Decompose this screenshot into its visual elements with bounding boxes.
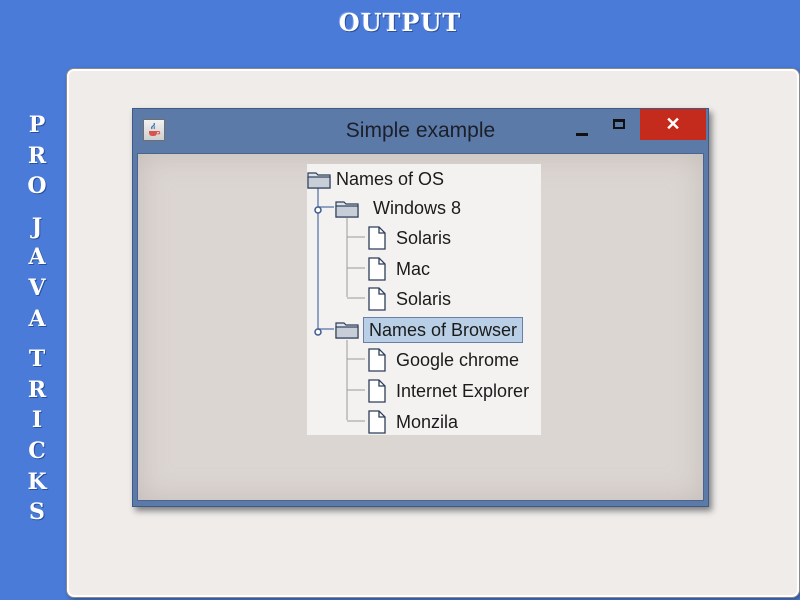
- minimize-button[interactable]: [571, 120, 595, 140]
- tree-view[interactable]: Names of OS Windows 8 Solaris Mac Solari…: [307, 164, 541, 435]
- side-letter: K: [27, 468, 47, 495]
- tree-node-label: Solaris: [396, 289, 452, 309]
- tree-node-label: Solaris: [396, 228, 452, 248]
- side-letter: R: [27, 376, 47, 403]
- node-handle-icon: [314, 328, 322, 336]
- file-icon: [368, 226, 386, 250]
- app-window: Simple example ✕ Names of OS Windows 8 S…: [132, 108, 709, 507]
- file-icon: [368, 257, 386, 281]
- close-button[interactable]: ✕: [640, 109, 706, 140]
- folder-icon: [335, 322, 359, 339]
- node-handle-icon: [314, 206, 322, 214]
- file-icon: [368, 348, 386, 372]
- side-letter: R: [27, 142, 47, 169]
- title-bar[interactable]: Simple example ✕: [133, 109, 708, 153]
- side-letter: C: [28, 437, 46, 464]
- side-letter: V: [28, 274, 46, 301]
- side-letter: P: [28, 112, 46, 138]
- tree-node-label: Names of Browser: [363, 317, 524, 343]
- side-vertical-text: P R O J A V A T R I C K S: [22, 110, 52, 528]
- banner-title: OUTPUT: [338, 8, 462, 37]
- tree-node-label: Monzila: [396, 412, 459, 432]
- maximize-button[interactable]: [609, 116, 633, 138]
- folder-icon: [335, 201, 359, 218]
- side-letter: A: [28, 244, 46, 271]
- tree-node-label: Windows 8: [373, 198, 462, 218]
- tree-node-label: Internet Explorer: [396, 381, 530, 401]
- side-letter: O: [27, 173, 47, 200]
- expand-handle[interactable]: [314, 325, 324, 343]
- side-letter: A: [28, 305, 46, 332]
- side-letter: I: [31, 407, 43, 434]
- file-icon: [368, 287, 386, 311]
- window-content: Names of OS Windows 8 Solaris Mac Solari…: [137, 153, 704, 501]
- folder-icon: [307, 172, 331, 189]
- side-letter: J: [31, 213, 43, 240]
- side-letter: T: [28, 346, 46, 373]
- expand-handle[interactable]: [314, 203, 324, 221]
- tree-node-label: Names of OS: [336, 169, 445, 189]
- tree-node-label: Google chrome: [396, 350, 520, 370]
- file-icon: [368, 379, 386, 403]
- file-icon: [368, 410, 386, 434]
- tree-node-label: Mac: [396, 259, 431, 279]
- java-cup-icon[interactable]: [143, 119, 165, 141]
- side-letter: S: [29, 499, 45, 526]
